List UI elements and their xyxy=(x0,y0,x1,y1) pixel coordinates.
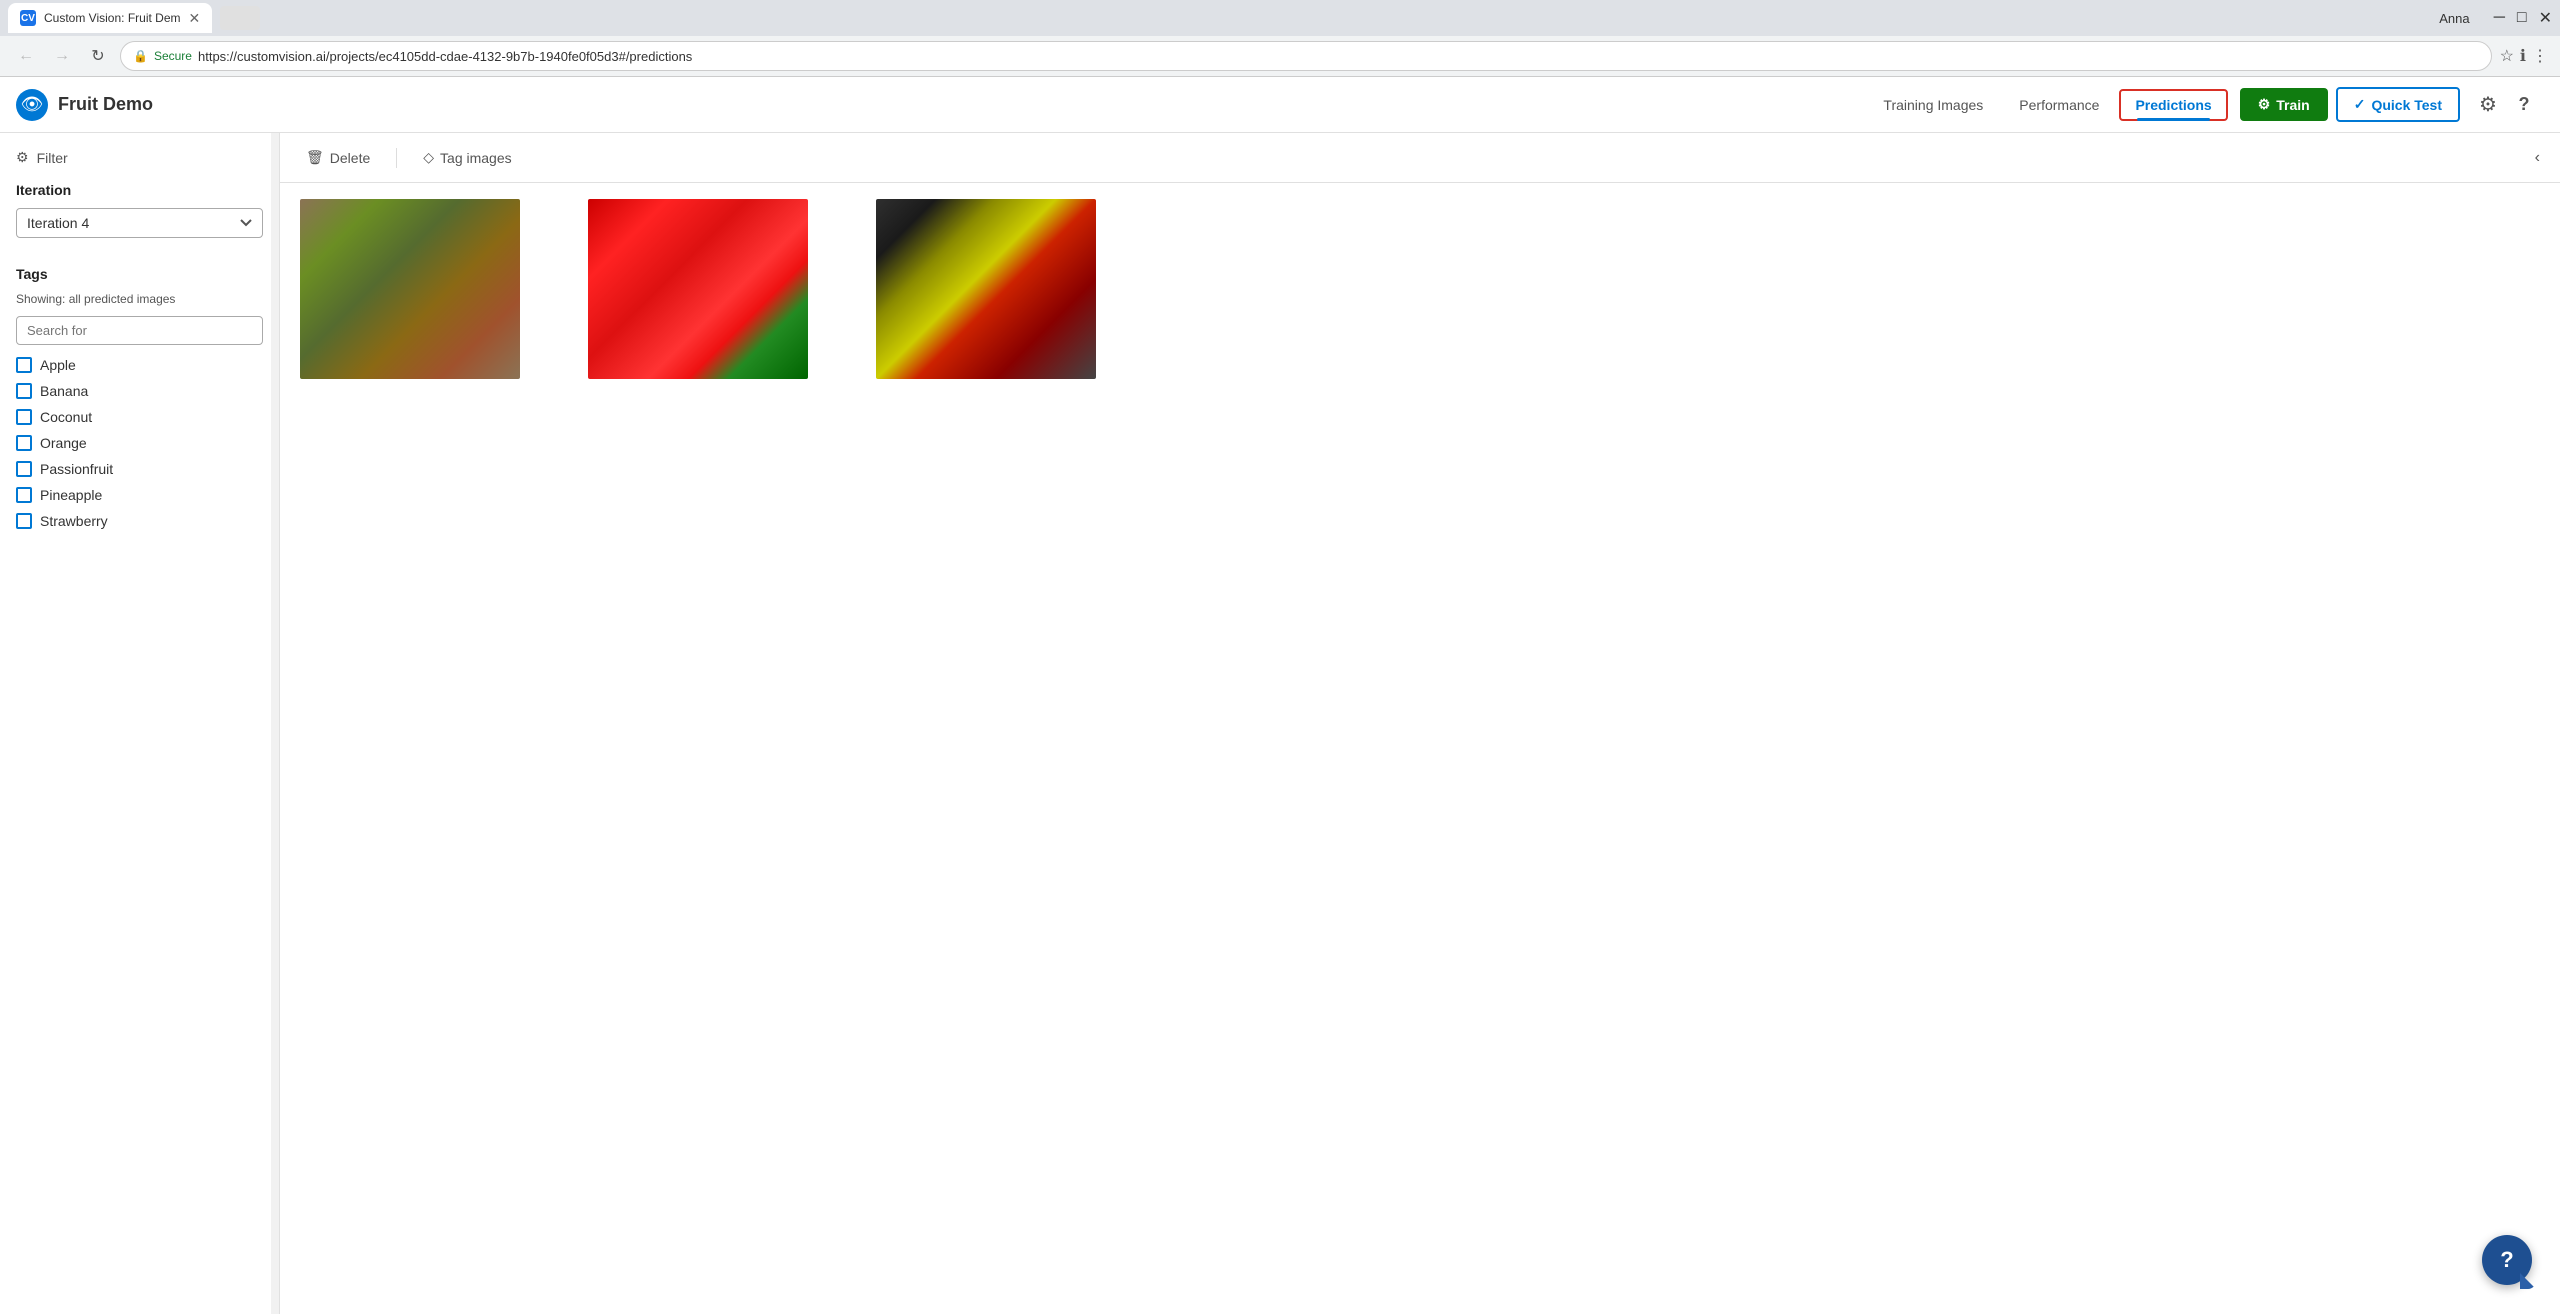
tab-close-button[interactable]: ✕ xyxy=(188,10,200,27)
quick-test-button[interactable]: ✓ Quick Test xyxy=(2336,87,2460,122)
address-input[interactable]: 🔒 Secure https://customvision.ai/project… xyxy=(120,41,2492,71)
tag-item-apple[interactable]: Apple xyxy=(16,357,263,373)
tag-icon: ◇ xyxy=(423,149,434,166)
tag-label-banana: Banana xyxy=(40,383,88,399)
nav-tabs: Training Images Performance Predictions xyxy=(1867,89,2227,121)
refresh-button[interactable]: ↻ xyxy=(84,42,112,70)
apple-thumbnail xyxy=(876,199,1096,379)
help-header-button[interactable]: ? xyxy=(2508,89,2540,121)
iteration-section-title: Iteration xyxy=(16,182,263,198)
check-icon: ✓ xyxy=(2354,96,2366,113)
tags-title: Tags xyxy=(16,266,263,282)
tab-performance[interactable]: Performance xyxy=(2003,89,2115,121)
image-card-pineapple[interactable] xyxy=(300,199,520,379)
image-card-apple[interactable] xyxy=(876,199,1096,379)
tag-checkbox-banana[interactable] xyxy=(16,383,32,399)
tag-checkbox-apple[interactable] xyxy=(16,357,32,373)
back-button[interactable]: ← xyxy=(12,42,40,70)
close-button[interactable]: ✕ xyxy=(2539,8,2552,28)
tag-item-banana[interactable]: Banana xyxy=(16,383,263,399)
collapse-sidebar-button[interactable]: ‹ xyxy=(2535,149,2540,167)
question-icon: ? xyxy=(2519,94,2530,115)
menu-icon[interactable]: ⋮ xyxy=(2532,46,2548,66)
address-bar: ← → ↻ 🔒 Secure https://customvision.ai/p… xyxy=(0,36,2560,76)
info-icon[interactable]: ℹ xyxy=(2520,46,2526,66)
toolbar-separator xyxy=(396,148,397,168)
tab-training-images[interactable]: Training Images xyxy=(1867,89,1999,121)
secure-label: Secure xyxy=(154,49,192,63)
tag-checkbox-strawberry[interactable] xyxy=(16,513,32,529)
tag-checkbox-orange[interactable] xyxy=(16,435,32,451)
content-area: 🗑 Delete ◇ Tag images ‹ xyxy=(280,133,2560,1314)
tab-predictions[interactable]: Predictions xyxy=(2119,89,2227,121)
minimize-button[interactable]: ─ xyxy=(2494,9,2505,27)
delete-button[interactable]: 🗑 Delete xyxy=(300,145,376,170)
tag-item-coconut[interactable]: Coconut xyxy=(16,409,263,425)
delete-icon: 🗑 xyxy=(306,149,324,166)
address-actions: ☆ ℹ ⋮ xyxy=(2500,46,2548,66)
tag-label-coconut: Coconut xyxy=(40,409,92,425)
images-grid xyxy=(280,183,1180,395)
main-layout: ⚙ Filter Iteration Iteration 4 Tags Show… xyxy=(0,133,2560,1314)
gear-icon: ⚙ xyxy=(2258,96,2271,113)
app-title: Fruit Demo xyxy=(58,94,153,115)
browser-tab[interactable]: CV Custom Vision: Fruit Dem ✕ xyxy=(8,3,212,33)
settings-gear-icon: ⚙ xyxy=(2479,92,2497,117)
app-header: 👁 Fruit Demo Training Images Performance… xyxy=(0,77,2560,133)
help-button[interactable]: ? xyxy=(2482,1235,2532,1285)
tag-images-button[interactable]: ◇ Tag images xyxy=(417,145,517,170)
train-button[interactable]: ⚙ Train xyxy=(2240,88,2328,121)
new-tab-button[interactable] xyxy=(220,6,260,30)
tag-label-pineapple: Pineapple xyxy=(40,487,102,503)
tag-label-orange: Orange xyxy=(40,435,87,451)
user-name: Anna xyxy=(2439,11,2469,26)
bookmark-icon[interactable]: ☆ xyxy=(2500,46,2514,66)
strawberry-thumbnail xyxy=(588,199,808,379)
tag-search-input[interactable] xyxy=(16,316,263,345)
settings-button[interactable]: ⚙ xyxy=(2472,89,2504,121)
tag-label-apple: Apple xyxy=(40,357,76,373)
filter-icon: ⚙ xyxy=(16,149,29,166)
filter-row[interactable]: ⚙ Filter xyxy=(16,149,263,166)
tag-item-strawberry[interactable]: Strawberry xyxy=(16,513,263,529)
forward-button[interactable]: → xyxy=(48,42,76,70)
toolbar: 🗑 Delete ◇ Tag images ‹ xyxy=(280,133,2560,183)
browser-titlebar: CV Custom Vision: Fruit Dem ✕ Anna ─ □ ✕ xyxy=(0,0,2560,36)
tag-checkbox-pineapple[interactable] xyxy=(16,487,32,503)
tags-section: Tags Showing: all predicted images Apple… xyxy=(16,266,263,529)
eye-icon: 👁 xyxy=(21,94,44,115)
iteration-select[interactable]: Iteration 4 xyxy=(16,208,263,238)
sidebar: ⚙ Filter Iteration Iteration 4 Tags Show… xyxy=(0,133,280,1314)
tag-item-pineapple[interactable]: Pineapple xyxy=(16,487,263,503)
tag-checkbox-coconut[interactable] xyxy=(16,409,32,425)
tag-label-passionfruit: Passionfruit xyxy=(40,461,113,477)
tab-favicon: CV xyxy=(20,10,36,26)
tags-subtitle: Showing: all predicted images xyxy=(16,292,263,306)
tag-images-label: Tag images xyxy=(440,150,512,166)
tab-title: Custom Vision: Fruit Dem xyxy=(44,11,180,25)
delete-label: Delete xyxy=(330,150,370,166)
tag-checkbox-passionfruit[interactable] xyxy=(16,461,32,477)
logo-icon: 👁 xyxy=(16,89,48,121)
tag-label-strawberry: Strawberry xyxy=(40,513,108,529)
tag-item-passionfruit[interactable]: Passionfruit xyxy=(16,461,263,477)
browser-chrome: CV Custom Vision: Fruit Dem ✕ Anna ─ □ ✕… xyxy=(0,0,2560,77)
tag-list: Apple Banana Coconut Orange Passionfruit… xyxy=(16,357,263,529)
help-question-icon: ? xyxy=(2500,1247,2513,1273)
tag-item-orange[interactable]: Orange xyxy=(16,435,263,451)
collapse-icon: ‹ xyxy=(2535,149,2540,166)
image-card-strawberry[interactable] xyxy=(588,199,808,379)
sidebar-scrollbar[interactable] xyxy=(271,133,279,1314)
filter-label: Filter xyxy=(37,150,68,166)
app-logo: 👁 Fruit Demo xyxy=(16,89,153,121)
window-controls: Anna ─ □ ✕ xyxy=(2439,8,2552,28)
pineapple-thumbnail xyxy=(300,199,520,379)
secure-lock-icon: 🔒 xyxy=(133,49,148,63)
maximize-button[interactable]: □ xyxy=(2517,9,2527,27)
url-text: https://customvision.ai/projects/ec4105d… xyxy=(198,49,2479,64)
